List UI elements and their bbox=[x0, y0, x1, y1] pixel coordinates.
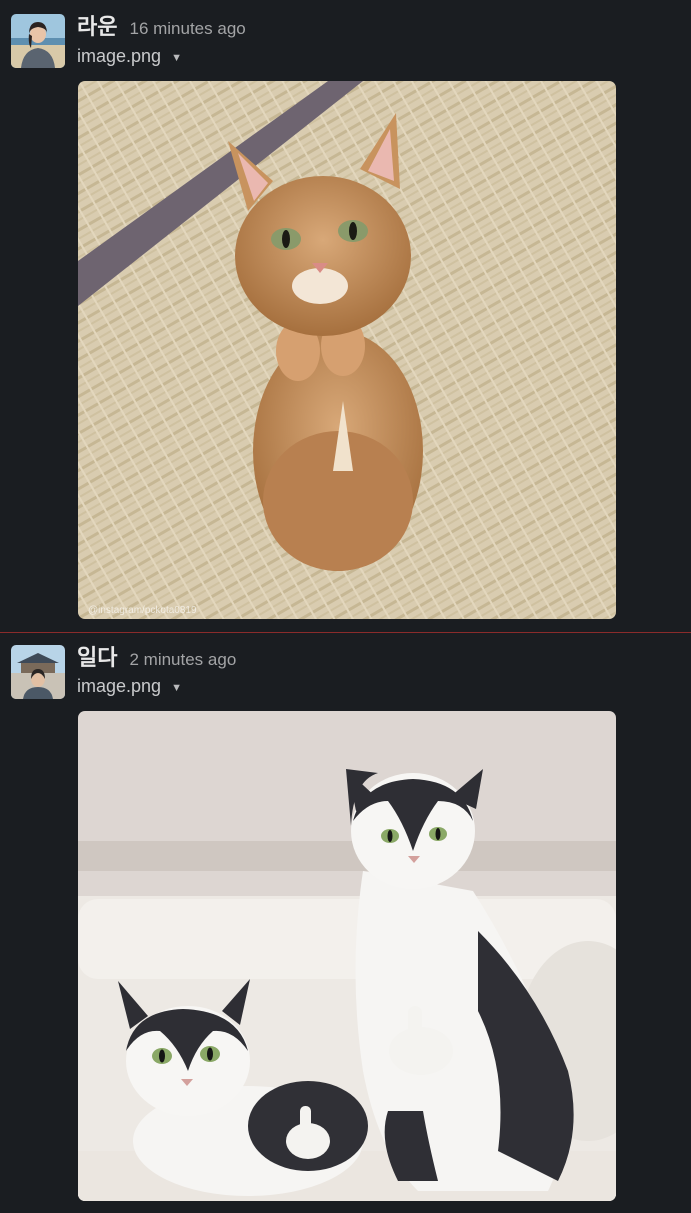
file-attachment-header[interactable]: image.png ▼ bbox=[77, 676, 182, 697]
caret-down-icon[interactable]: ▼ bbox=[171, 52, 182, 64]
file-name[interactable]: image.png bbox=[77, 46, 161, 67]
message-header: 일다 2 minutes ago bbox=[77, 640, 236, 672]
message-timestamp[interactable]: 16 minutes ago bbox=[129, 19, 245, 39]
message-item: 라운 16 minutes ago image.png ▼ @instagram… bbox=[0, 0, 691, 632]
message-item: 일다 2 minutes ago image.png ▼ bbox=[0, 633, 691, 1213]
author-name[interactable]: 라운 bbox=[77, 9, 117, 41]
author-name[interactable]: 일다 bbox=[77, 640, 117, 672]
caret-down-icon[interactable]: ▼ bbox=[171, 682, 182, 694]
image-watermark: @instagram/pckota0819 bbox=[88, 605, 197, 616]
file-attachment-header[interactable]: image.png ▼ bbox=[77, 46, 182, 67]
image-attachment[interactable]: @instagram/pckota0819 bbox=[78, 81, 616, 619]
user-avatar[interactable] bbox=[11, 14, 65, 68]
message-timestamp[interactable]: 2 minutes ago bbox=[129, 650, 236, 670]
file-name[interactable]: image.png bbox=[77, 676, 161, 697]
image-attachment[interactable] bbox=[78, 711, 616, 1201]
user-avatar[interactable] bbox=[11, 645, 65, 699]
message-header: 라운 16 minutes ago bbox=[77, 9, 246, 41]
